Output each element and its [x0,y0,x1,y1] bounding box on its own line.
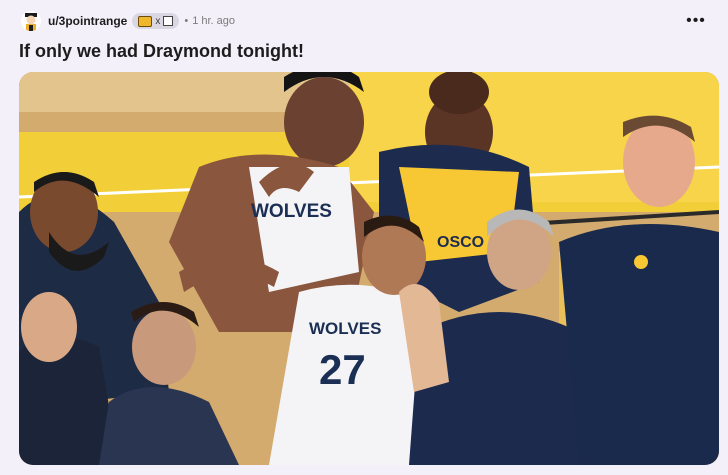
photo-image-icon: WOLVES OSCO WOLVES 27 [19,72,719,465]
jersey-wolves-text: WOLVES [251,201,332,222]
flair-separator: x [155,15,161,27]
post-author[interactable]: u/3pointrange [48,14,127,28]
post-card: u/3pointrange x • 1 hr. ago ••• If only … [0,0,728,475]
user-avatar[interactable] [21,11,41,31]
more-options-icon: ••• [686,12,706,29]
post-meta: u/3pointrange x • 1 hr. ago ••• [21,9,718,33]
meta-dot: • [184,15,189,27]
jersey-gsw-text: OSCO [437,234,484,251]
jersey-wolves-text-2: WOLVES [309,319,381,338]
post-time: 1 hr. ago [192,15,236,27]
post-image[interactable]: WOLVES OSCO WOLVES 27 [19,72,719,465]
more-options-button[interactable]: ••• [684,9,708,33]
post-title[interactable]: If only we had Draymond tonight! [19,41,304,62]
jersey-number: 27 [319,346,366,393]
flair-box-icon [163,16,174,26]
user-flair: x [132,13,180,29]
flair-badge-icon [138,15,153,27]
avatar-icon [21,11,41,31]
